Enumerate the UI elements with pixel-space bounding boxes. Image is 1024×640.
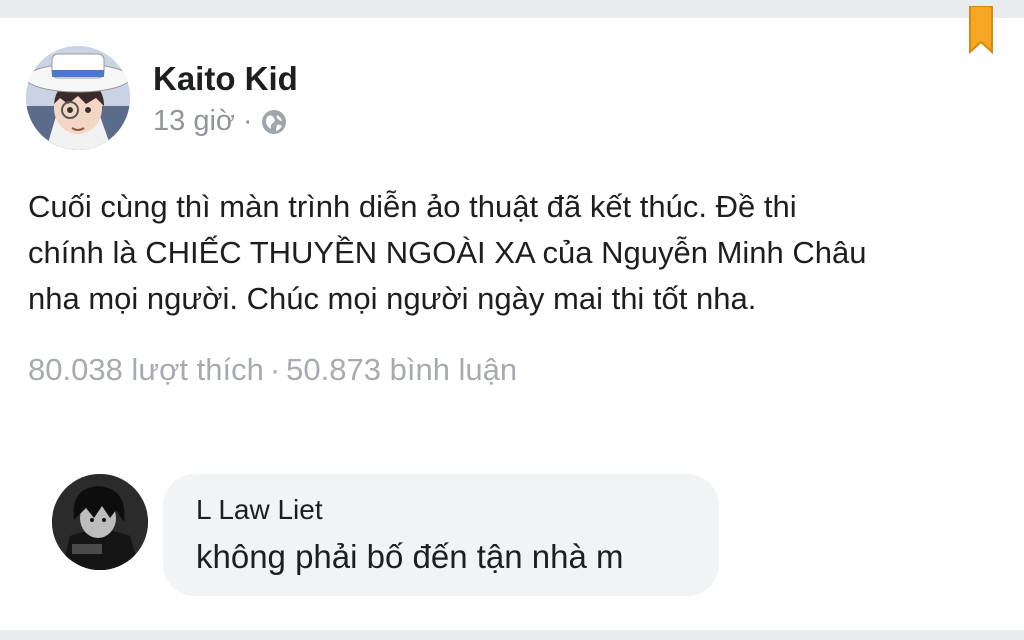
post-stats: 80.038 lượt thích · 50.873 bình luận — [28, 352, 517, 388]
commenter-avatar[interactable] — [52, 474, 148, 570]
feed-post: Kaito Kid 13 giờ · Cuối cùng thì màn trì… — [0, 6, 1024, 630]
comments-count[interactable]: 50.873 bình luận — [286, 352, 517, 387]
bookmark-icon[interactable] — [968, 6, 994, 54]
likes-count[interactable]: 80.038 lượt thích — [28, 352, 264, 387]
post-body: Cuối cùng thì màn trình diễn ảo thuật đã… — [28, 184, 1024, 322]
stats-separator: · — [269, 352, 281, 387]
commenter-avatar-image — [52, 474, 148, 570]
globe-icon — [261, 109, 286, 134]
post-text-line: Cuối cùng thì màn trình diễn ảo thuật đã… — [28, 189, 797, 224]
post-text-line: nha mọi người. Chúc mọi người ngày mai t… — [28, 281, 757, 316]
post-author-name[interactable]: Kaito Kid — [153, 60, 298, 98]
post-time[interactable]: 13 giờ — [153, 105, 235, 138]
author-avatar[interactable] — [26, 46, 130, 150]
comment-author-name[interactable]: L Law Liet — [196, 494, 323, 526]
post-text-line: chính là CHIẾC THUYỀN NGOÀI XA của Nguyễ… — [28, 235, 867, 270]
feed-background-top — [0, 0, 1024, 18]
feed-background-bottom — [0, 630, 1024, 640]
post-meta: 13 giờ · — [153, 105, 287, 138]
meta-separator: · — [242, 105, 253, 137]
comment-bubble[interactable]: L Law Liet không phải bố đến tận nhà m — [163, 474, 719, 596]
comment-text: không phải bố đến tận nhà m — [196, 538, 624, 575]
avatar-image — [26, 46, 130, 150]
